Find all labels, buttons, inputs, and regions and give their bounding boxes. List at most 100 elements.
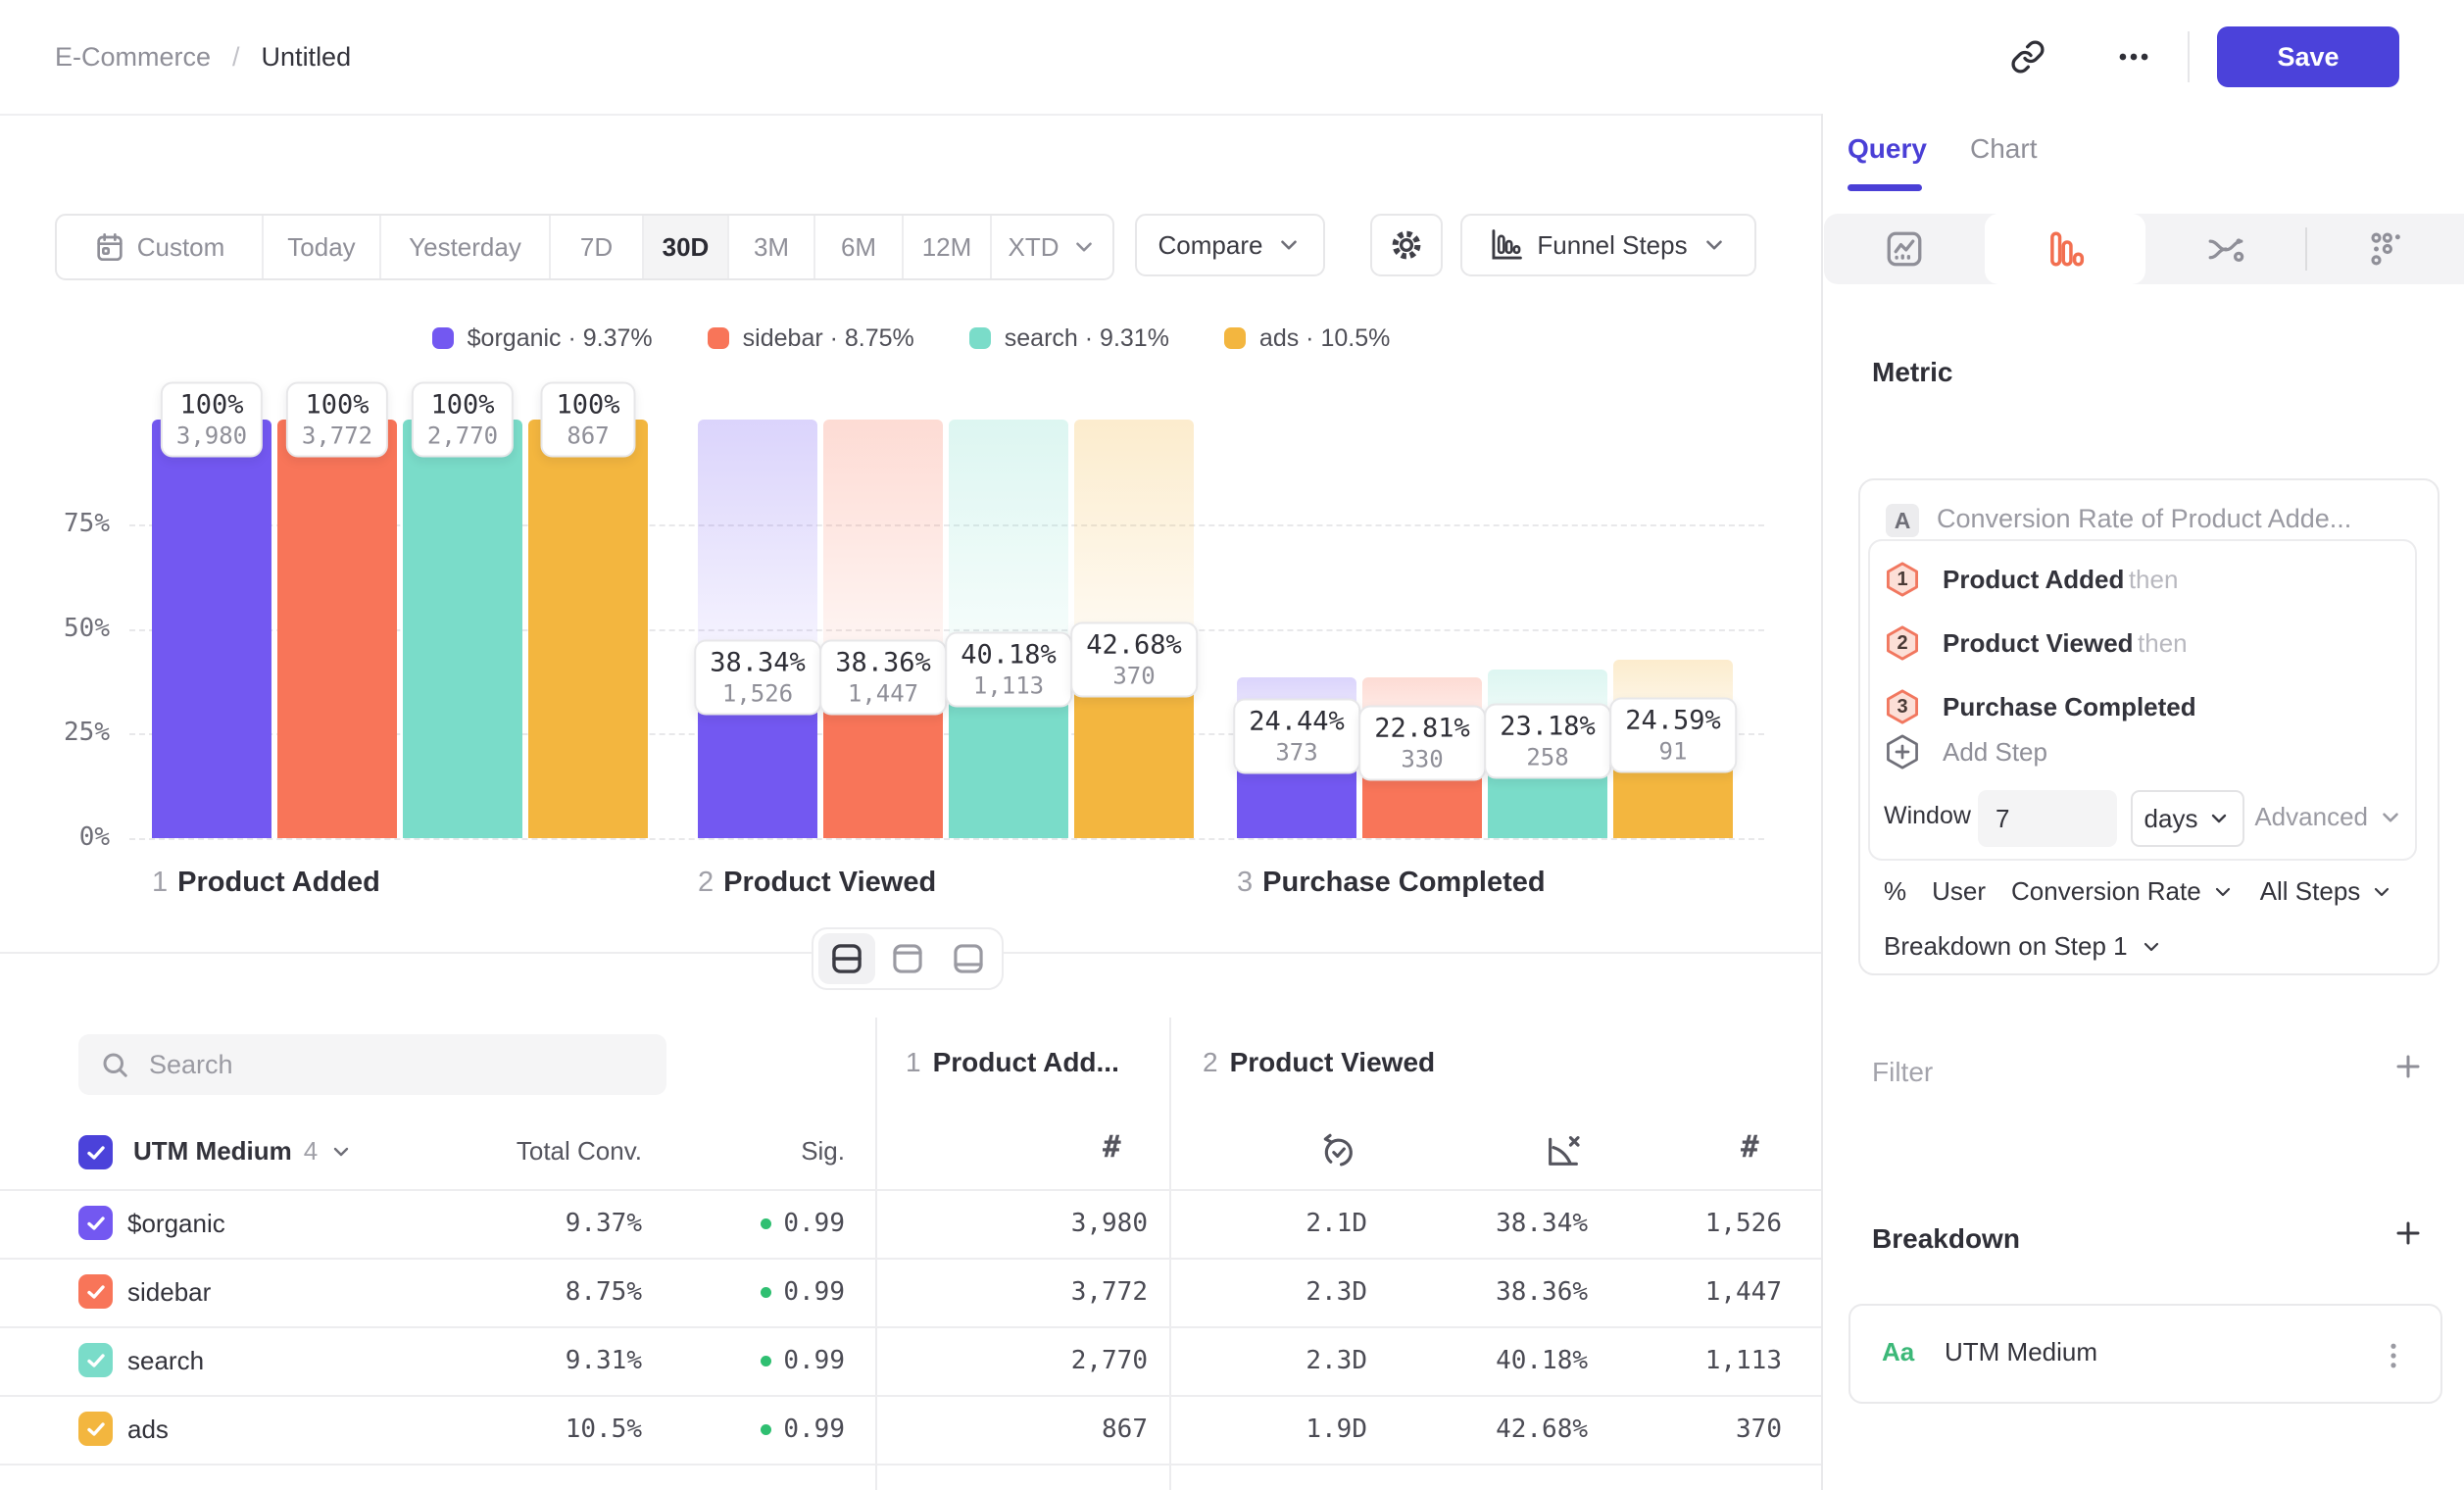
layout-split-button[interactable] xyxy=(818,933,875,984)
chart-type-line[interactable] xyxy=(1824,214,1985,284)
measure-scope-select[interactable]: All Steps xyxy=(2260,876,2394,907)
flow-icon xyxy=(2205,228,2246,270)
window-unit-select[interactable]: days xyxy=(2131,790,2244,847)
property-options-button[interactable] xyxy=(2374,1331,2413,1380)
y-axis-tick: 0% xyxy=(31,822,110,852)
copy-link-button[interactable] xyxy=(1999,27,2056,86)
row-step2-conv: 40.18% xyxy=(1392,1326,1588,1395)
sig-dot xyxy=(761,1424,771,1435)
table-search[interactable] xyxy=(78,1034,666,1095)
sig-dot xyxy=(761,1356,771,1366)
sig-header[interactable]: Sig. xyxy=(649,1136,845,1167)
step-axis-label-1: 1Product Added xyxy=(152,867,380,899)
bar-value-label: 42.68%370 xyxy=(1070,621,1198,697)
funnel-bar-search-step1[interactable] xyxy=(403,420,522,838)
y-axis-tick: 50% xyxy=(31,614,110,643)
metric-step-2[interactable]: 2Product Viewed then xyxy=(1884,624,2188,662)
check-icon xyxy=(84,1212,108,1235)
active-tab-indicator xyxy=(1848,184,1922,191)
layout-panel-bottom-button[interactable] xyxy=(940,933,997,984)
property-type-icon: Aa xyxy=(1882,1337,1914,1367)
bar-value-label: 24.59%91 xyxy=(1609,698,1737,773)
split-horizontal-icon xyxy=(830,942,863,975)
row-step2-time: 1.9D xyxy=(1171,1395,1367,1464)
row-checkbox[interactable] xyxy=(78,1206,113,1240)
breakdown-on-select[interactable]: Breakdown on Step 1 xyxy=(1884,931,2163,962)
bar-value-label: 100%867 xyxy=(540,382,635,458)
breakdown-property-card[interactable]: Aa UTM Medium xyxy=(1848,1304,2442,1404)
bar-value-label: 40.18%1,113 xyxy=(945,632,1072,708)
column-group-step2[interactable]: 2Product Viewed xyxy=(1203,1047,1435,1078)
conversion-over-time-icon[interactable] xyxy=(1544,1131,1583,1175)
search-input[interactable] xyxy=(147,1049,645,1081)
window-label: Window xyxy=(1884,802,1971,830)
link-icon xyxy=(2010,39,2045,74)
column-group-step1[interactable]: 1Product Add... xyxy=(906,1047,1119,1078)
funnel-bar-sidebar-step1[interactable] xyxy=(277,420,397,838)
save-button[interactable]: Save xyxy=(2217,26,2399,87)
metric-card: A Conversion Rate of Product Adde... 1Pr… xyxy=(1858,478,2439,975)
table-row-search[interactable]: search9.31%0.992,7702.3D40.18%1,113 xyxy=(0,1326,1822,1397)
conversion-window-row: Window days Advanced xyxy=(1884,790,2405,847)
chart-type-funnel[interactable] xyxy=(1985,214,2145,284)
y-axis-tick: 25% xyxy=(31,718,110,747)
chevron-down-icon xyxy=(2140,935,2163,959)
funnel-bar-ads-step1[interactable] xyxy=(528,420,648,838)
plus-icon xyxy=(2393,1052,2423,1081)
chart-type-more[interactable] xyxy=(2306,214,2464,284)
metric-step-3[interactable]: 3Purchase Completed xyxy=(1884,688,2196,725)
row-step1-count: 867 xyxy=(952,1395,1148,1464)
total-conv-header[interactable]: Total Conv. xyxy=(446,1136,642,1167)
window-value-input[interactable] xyxy=(1978,790,2117,847)
chevron-down-icon xyxy=(329,1140,353,1164)
tab-chart[interactable]: Chart xyxy=(1970,133,2037,165)
metric-heading: Metric xyxy=(1872,357,1952,388)
step-number-hex-badge: 2 xyxy=(1884,624,1921,662)
table-row-organic[interactable]: $organic9.37%0.993,9802.1D38.34%1,526 xyxy=(0,1189,1822,1260)
measure-metric-select[interactable]: Conversion Rate xyxy=(2011,876,2235,907)
search-icon xyxy=(100,1050,129,1079)
panel-top-icon xyxy=(891,942,924,975)
panel-bottom-icon xyxy=(952,942,985,975)
more-menu-button[interactable] xyxy=(2105,27,2162,86)
add-filter-button[interactable] xyxy=(2389,1047,2428,1086)
breakdown-column-header[interactable]: UTM Medium 4 xyxy=(133,1136,353,1167)
step-axis-label-3: 3Purchase Completed xyxy=(1237,867,1546,899)
layout-panel-top-button[interactable] xyxy=(879,933,936,984)
table-row-sidebar[interactable]: sidebar8.75%0.993,7722.3D38.36%1,447 xyxy=(0,1258,1822,1328)
row-total-conv: 8.75% xyxy=(446,1258,642,1326)
tab-query[interactable]: Query xyxy=(1848,133,1927,165)
row-checkbox[interactable] xyxy=(78,1412,113,1446)
funnel-chart: 75%50%25%0%100%3,98038.34%1,52624.44%373… xyxy=(0,0,1822,953)
add-breakdown-button[interactable] xyxy=(2389,1214,2428,1253)
median-time-icon[interactable] xyxy=(1318,1131,1357,1175)
metric-title[interactable]: Conversion Rate of Product Adde... xyxy=(1937,504,2351,534)
bar-value-label: 100%3,772 xyxy=(286,382,388,458)
funnel-bar-organic-step1[interactable] xyxy=(152,420,271,838)
chevron-down-icon xyxy=(2207,807,2231,830)
grid-dots-icon xyxy=(2366,228,2407,270)
chart-type-flow[interactable] xyxy=(2145,214,2306,284)
sig-dot xyxy=(761,1218,771,1229)
count-icon[interactable]: # xyxy=(1741,1129,1759,1165)
measure-prefix: % xyxy=(1884,876,1906,907)
add-step-button[interactable]: Add Step xyxy=(1884,733,2047,770)
check-icon xyxy=(84,1141,108,1165)
plus-icon xyxy=(2393,1218,2423,1248)
row-step1-count: 2,770 xyxy=(952,1326,1148,1395)
metric-step-1[interactable]: 1Product Added then xyxy=(1884,561,2178,598)
table-row-ads[interactable]: ads10.5%0.998671.9D42.68%370 xyxy=(0,1395,1822,1465)
row-step2-time: 2.1D xyxy=(1171,1189,1367,1258)
measure-entity[interactable]: User xyxy=(1932,876,1986,907)
row-step2-count: 1,447 xyxy=(1586,1258,1782,1326)
line-chart-icon xyxy=(1884,228,1925,270)
bar-value-label: 24.44%373 xyxy=(1233,698,1360,773)
row-total-conv: 9.31% xyxy=(446,1326,642,1395)
row-checkbox[interactable] xyxy=(78,1274,113,1309)
row-checkbox[interactable] xyxy=(78,1343,113,1377)
row-step2-conv: 38.34% xyxy=(1392,1189,1588,1258)
advanced-toggle[interactable]: Advanced xyxy=(2254,802,2403,832)
select-all-checkbox[interactable] xyxy=(78,1135,113,1169)
table-header-row: UTM Medium 4 Total Conv. Sig. # xyxy=(0,1116,1822,1191)
count-icon[interactable]: # xyxy=(1103,1129,1121,1165)
